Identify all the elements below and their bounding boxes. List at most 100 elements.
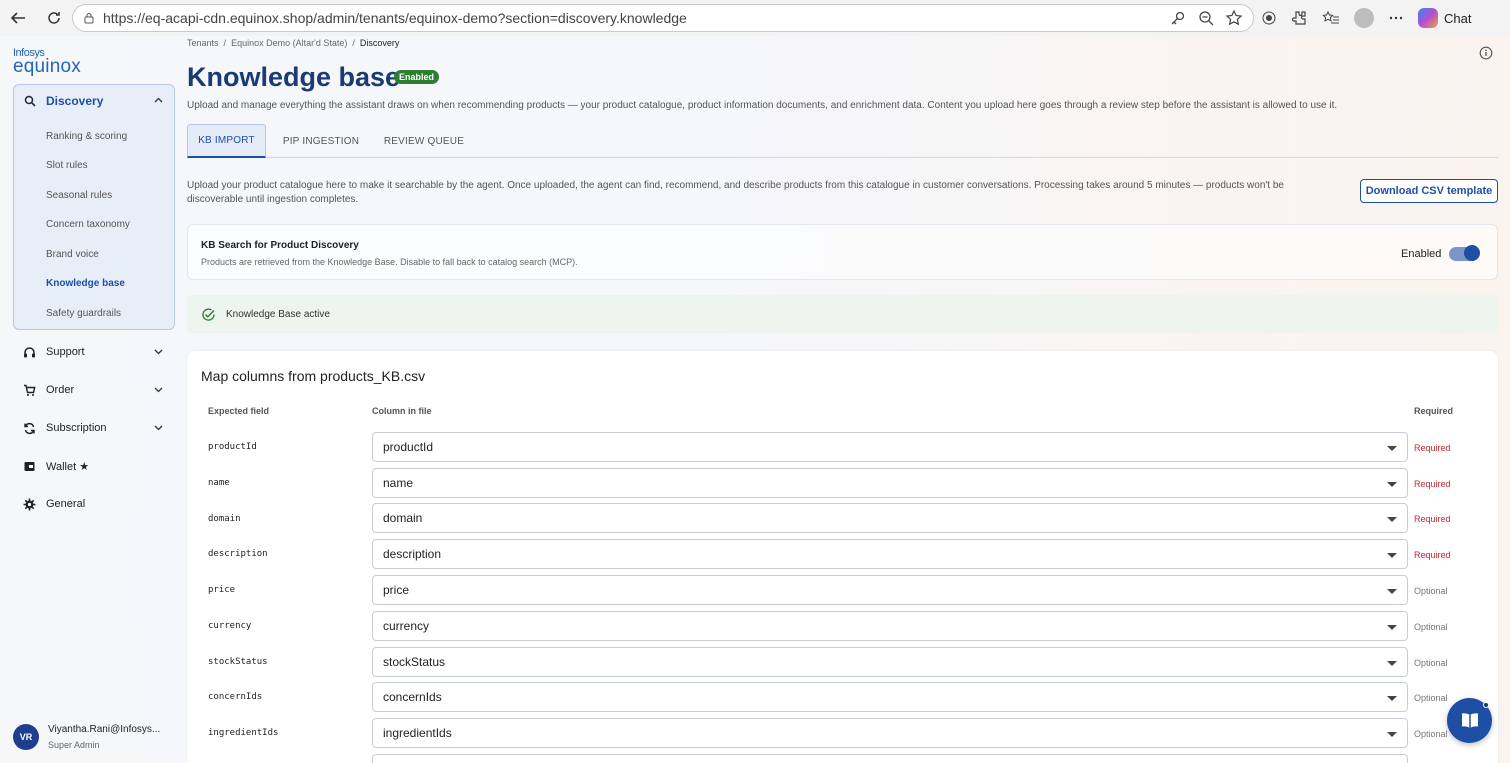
- sidebar-item-general[interactable]: General: [23, 494, 168, 514]
- page-title: Knowledge base: [187, 62, 401, 92]
- favorites-list-icon[interactable]: [1322, 9, 1340, 27]
- discovery-label: Discovery: [46, 94, 104, 108]
- sidebar-item-ranking-scoring[interactable]: Ranking & scoring: [46, 131, 127, 142]
- notification-dot: [1483, 702, 1489, 708]
- discovery-group: Discovery Ranking & scoring Slot rules S…: [13, 84, 175, 330]
- copilot-chat-button[interactable]: Chat: [1418, 8, 1471, 28]
- zoom-out-icon: [1199, 11, 1214, 26]
- address-bar[interactable]: https://eq-acapi-cdn.equinox.shop/admin/…: [72, 4, 1254, 32]
- select-value: currency: [383, 619, 430, 633]
- wallet-label: Wallet ★: [46, 460, 90, 473]
- profile-avatar[interactable]: [1354, 8, 1374, 28]
- url-text: https://eq-acapi-cdn.equinox.shop/admin/…: [103, 10, 687, 26]
- refresh-icon: [48, 12, 60, 24]
- kb-search-title: KB Search for Product Discovery: [201, 240, 359, 251]
- tab-pip-ingestion[interactable]: PIP INGESTION: [275, 124, 367, 158]
- sidebar-item-order[interactable]: Order: [23, 380, 168, 400]
- chevron-down-icon: [154, 387, 163, 393]
- caret-down-icon: [1387, 661, 1397, 666]
- breadcrumb-current: Discovery: [359, 38, 400, 48]
- more-icon[interactable]: [1388, 10, 1404, 26]
- browser-toolbar: https://eq-acapi-cdn.equinox.shop/admin/…: [0, 0, 1510, 36]
- kb-status-banner: Knowledge Base active: [187, 295, 1498, 333]
- refresh-button[interactable]: [36, 0, 72, 36]
- select-next-row[interactable]: [372, 754, 1408, 763]
- select-name[interactable]: name: [372, 468, 1408, 498]
- select-price[interactable]: price: [372, 575, 1408, 605]
- select-concernids[interactable]: concernIds: [372, 682, 1408, 712]
- chat-label: Chat: [1444, 10, 1472, 26]
- avatar: VR: [13, 724, 39, 750]
- breadcrumb-sep: /: [352, 38, 355, 48]
- info-icon[interactable]: [1479, 46, 1493, 60]
- favorite-star-icon: [1225, 9, 1243, 26]
- caret-down-icon: [1387, 517, 1397, 522]
- headset-icon: [24, 346, 35, 357]
- kb-search-toggle[interactable]: [1449, 245, 1480, 261]
- support-label: Support: [46, 346, 85, 358]
- sidebar-item-seasonal-rules[interactable]: Seasonal rules: [46, 190, 112, 201]
- field-price: price: [208, 585, 236, 595]
- sidebar-item-knowledge-base[interactable]: Knowledge base: [46, 278, 125, 289]
- kb-search-subtitle: Products are retrieved from the Knowledg…: [201, 257, 578, 267]
- search-icon: [24, 95, 36, 107]
- kb-search-card: KB Search for Product Discovery Products…: [187, 224, 1498, 280]
- requirement-label: Required: [1414, 479, 1451, 489]
- sidebar-item-wallet[interactable]: Wallet ★: [23, 456, 168, 476]
- sidebar-item-brand-voice[interactable]: Brand voice: [46, 249, 99, 260]
- breadcrumb: Tenants / Equinox Demo (Altar'd State) /…: [187, 38, 399, 48]
- tab-bar: KB IMPORT PIP INGESTION REVIEW QUEUE: [187, 124, 1498, 158]
- field-stockstatus: stockStatus: [208, 657, 268, 667]
- user-role: Super Admin: [48, 740, 100, 750]
- breadcrumb-tenants[interactable]: Tenants: [187, 38, 219, 48]
- download-csv-template-button[interactable]: Download CSV template: [1360, 179, 1498, 203]
- sidebar-item-support[interactable]: Support: [23, 342, 168, 362]
- breadcrumb-tenant[interactable]: Equinox Demo (Altar'd State): [231, 38, 347, 48]
- requirement-label: Optional: [1414, 658, 1448, 668]
- cart-icon: [24, 384, 36, 396]
- sidebar-item-concern-taxonomy[interactable]: Concern taxonomy: [46, 219, 130, 230]
- import-description: Upload your product catalogue here to ma…: [187, 180, 1284, 205]
- sync-icon: [24, 422, 35, 434]
- book-open-icon: [1461, 712, 1478, 728]
- field-currency: currency: [208, 621, 252, 631]
- header-required: Required: [1414, 406, 1454, 416]
- select-domain[interactable]: domain: [372, 503, 1408, 533]
- select-stockstatus[interactable]: stockStatus: [372, 647, 1408, 677]
- select-ingredientids[interactable]: ingredientIds: [372, 718, 1408, 748]
- key-icon: [1171, 11, 1185, 25]
- select-description[interactable]: description: [372, 539, 1408, 569]
- sidebar-item-subscription[interactable]: Subscription: [23, 418, 168, 438]
- copilot-icon: [1418, 8, 1438, 28]
- gear-icon: [23, 498, 36, 510]
- sidebar-item-safety-guardrails[interactable]: Safety guardrails: [46, 308, 121, 319]
- user-name: Viyantha.Rani@Infosys...: [48, 724, 161, 735]
- field-domain: domain: [208, 514, 241, 524]
- check-circle-icon: [202, 308, 215, 321]
- caret-down-icon: [1387, 553, 1397, 558]
- chevron-down-icon: [154, 425, 163, 431]
- breadcrumb-sep: /: [223, 38, 227, 48]
- user-profile[interactable]: VR Viyantha.Rani@Infosys... Super Admin: [13, 724, 160, 750]
- select-productid[interactable]: productId: [372, 432, 1408, 462]
- subscription-label: Subscription: [46, 422, 107, 434]
- extensions-icon[interactable]: [1290, 9, 1308, 27]
- app-root: Infosys equinox Discovery Ranking & scor…: [0, 36, 1510, 763]
- back-button[interactable]: [0, 0, 36, 36]
- requirement-label: Optional: [1414, 586, 1448, 596]
- select-currency[interactable]: currency: [372, 611, 1408, 641]
- caret-down-icon: [1387, 625, 1397, 630]
- select-value: price: [383, 583, 410, 597]
- sidebar-item-discovery[interactable]: Discovery: [14, 85, 174, 117]
- select-value: stockStatus: [383, 655, 446, 669]
- select-value: domain: [383, 511, 423, 525]
- logo-big: equinox: [13, 56, 81, 77]
- tab-kb-import[interactable]: KB IMPORT: [187, 124, 266, 158]
- field-concernids: concernIds: [208, 692, 263, 702]
- help-fab-button[interactable]: [1447, 698, 1492, 743]
- sidebar-item-slot-rules[interactable]: Slot rules: [46, 160, 88, 171]
- tab-review-queue[interactable]: REVIEW QUEUE: [379, 124, 469, 158]
- record-icon[interactable]: [1262, 11, 1276, 25]
- requirement-label: Required: [1414, 550, 1451, 560]
- select-value: productId: [383, 440, 434, 454]
